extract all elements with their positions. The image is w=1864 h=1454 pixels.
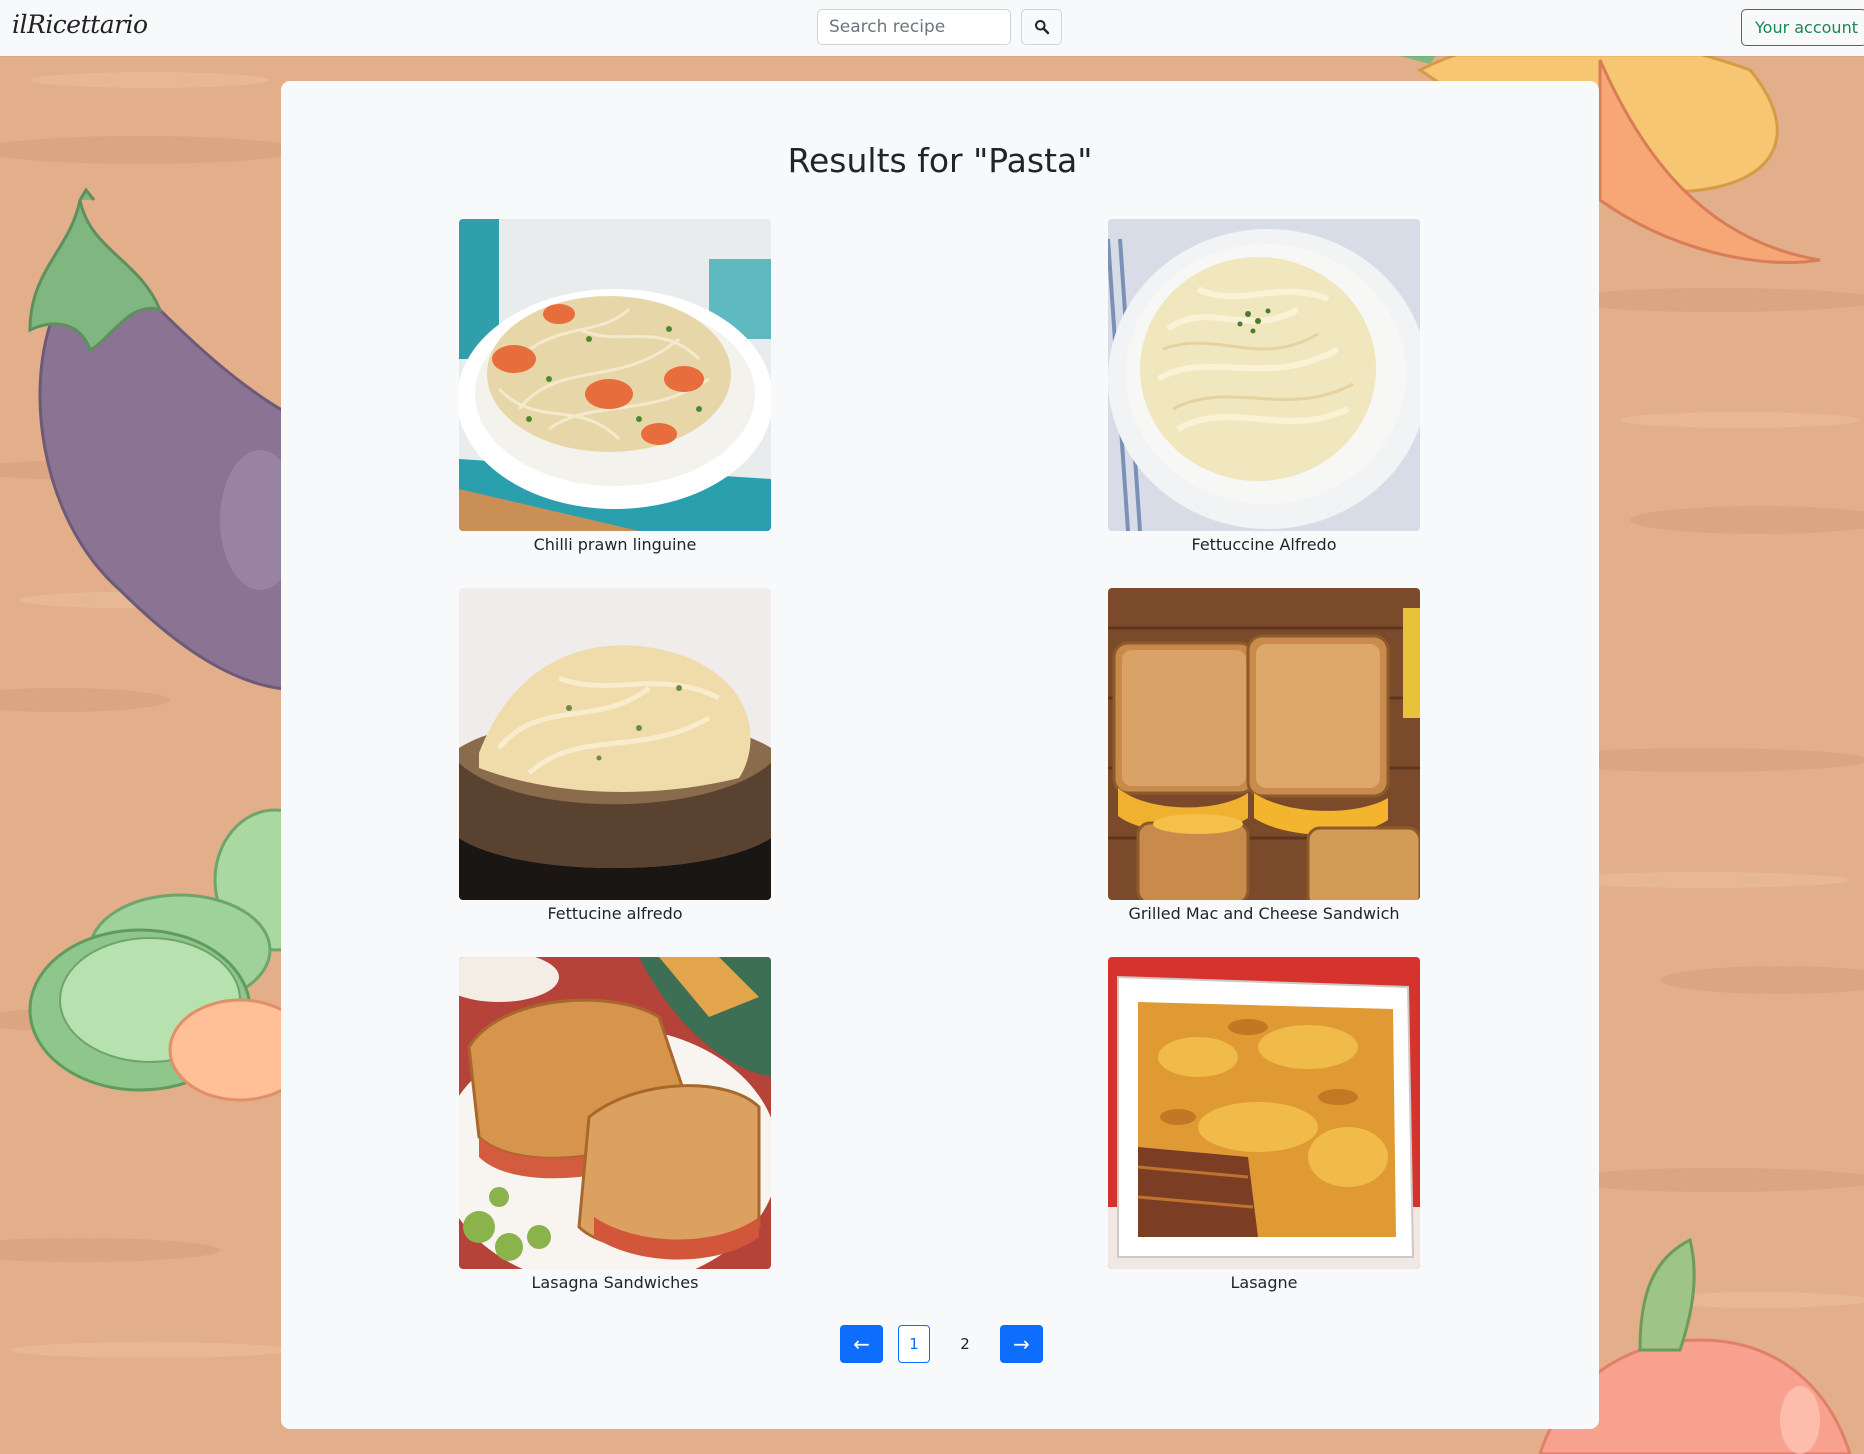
recipe-image xyxy=(459,219,771,531)
recipe-title: Lasagna Sandwiches xyxy=(531,1273,699,1292)
recipe-title: Chilli prawn linguine xyxy=(533,535,697,554)
recipe-title: Lasagne xyxy=(1230,1273,1298,1292)
recipe-card-lasagna-sandwiches[interactable]: Lasagna Sandwiches xyxy=(459,957,771,1292)
results-card: Results for "Pasta" Chilli prawn linguin… xyxy=(281,81,1599,1429)
pagination: ← 1 2 → xyxy=(840,1325,1043,1363)
recipe-title: Fettuccine Alfredo xyxy=(1191,535,1337,554)
recipe-title: Fettucine alfredo xyxy=(547,904,683,923)
recipe-card-fettucine-alfredo[interactable]: Fettucine alfredo xyxy=(459,588,771,923)
search-button[interactable] xyxy=(1021,9,1062,45)
page-1-button[interactable]: 1 xyxy=(898,1325,930,1363)
recipe-image xyxy=(459,957,771,1269)
recipe-card-fettuccine-alfredo[interactable]: Fettuccine Alfredo xyxy=(1108,219,1420,554)
top-navbar: ilRicettario Your account xyxy=(0,0,1864,56)
search-input[interactable] xyxy=(817,9,1011,45)
next-page-button[interactable]: → xyxy=(1000,1325,1043,1363)
brand-logo[interactable]: ilRicettario xyxy=(12,10,148,39)
recipe-image xyxy=(1108,219,1420,531)
recipe-image xyxy=(1108,588,1420,900)
recipe-card-grilled-mac-and-cheese-sandwich[interactable]: Grilled Mac and Cheese Sandwich xyxy=(1108,588,1420,923)
page-2-button[interactable]: 2 xyxy=(949,1325,981,1363)
recipe-image xyxy=(1108,957,1420,1269)
page-title: Results for "Pasta" xyxy=(787,141,1093,180)
recipe-card-chilli-prawn-linguine[interactable]: Chilli prawn linguine xyxy=(459,219,771,554)
recipe-image xyxy=(459,588,771,900)
search-icon xyxy=(1034,20,1049,35)
previous-page-button[interactable]: ← xyxy=(840,1325,883,1363)
recipe-title: Grilled Mac and Cheese Sandwich xyxy=(1128,904,1400,923)
recipe-card-lasagne[interactable]: Lasagne xyxy=(1108,957,1420,1292)
your-account-button[interactable]: Your account xyxy=(1741,9,1864,46)
